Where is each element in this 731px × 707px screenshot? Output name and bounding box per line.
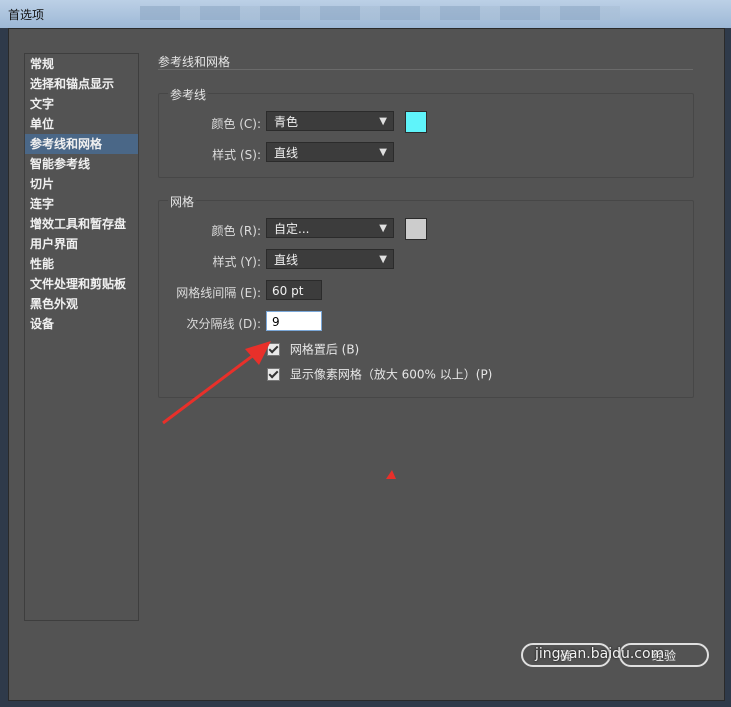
gridline-every-label: 网格线间隔 (E):: [176, 286, 261, 300]
show-pixel-grid-checkbox-row[interactable]: 显示像素网格（放大 600% 以上）(P): [267, 367, 492, 383]
window-titlebar: 首选项: [0, 0, 731, 28]
grids-in-back-label: 网格置后 (B): [289, 342, 360, 357]
sidebar-item-units[interactable]: 单位: [25, 114, 138, 134]
guides-style-label: 样式 (S):: [212, 148, 261, 162]
sidebar-item-type[interactable]: 文字: [25, 94, 138, 114]
show-pixel-grid-label: 显示像素网格（放大 600% 以上）(P): [289, 367, 493, 382]
sidebar: 常规 选择和锚点显示 文字 单位 参考线和网格 智能参考线 切片 连字 增效工具…: [24, 53, 139, 621]
grid-style-select[interactable]: 直线 ▼: [266, 249, 394, 269]
sidebar-item-hyphenation[interactable]: 连字: [25, 194, 138, 214]
guides-color-label: 颜色 (C):: [211, 117, 261, 131]
sidebar-item-file-handling-clipboard[interactable]: 文件处理和剪贴板: [25, 274, 138, 294]
sidebar-item-performance[interactable]: 性能: [25, 254, 138, 274]
subdivisions-input[interactable]: 9: [266, 311, 322, 331]
sidebar-item-guides-grid[interactable]: 参考线和网格: [25, 134, 138, 154]
guides-group: [158, 93, 694, 178]
annotation-arrow-icon: [162, 341, 271, 425]
grid-color-label: 颜色 (R):: [211, 224, 261, 238]
sidebar-item-slices[interactable]: 切片: [25, 174, 138, 194]
preferences-dialog: 常规 选择和锚点显示 文字 单位 参考线和网格 智能参考线 切片 连字 增效工具…: [8, 28, 725, 701]
chevron-down-icon: ▼: [379, 147, 387, 158]
grids-in-back-checkbox-row[interactable]: 网格置后 (B): [267, 342, 359, 358]
grid-group-title: 网格: [168, 193, 197, 210]
guides-style-value: 直线: [274, 146, 299, 160]
chevron-down-icon: ▼: [379, 116, 387, 127]
cursor-marker-icon: [386, 470, 396, 479]
sidebar-item-selection-anchor-display[interactable]: 选择和锚点显示: [25, 74, 138, 94]
sidebar-item-smart-guides[interactable]: 智能参考线: [25, 154, 138, 174]
grid-color-value: 自定...: [274, 222, 310, 236]
grid-style-label: 样式 (Y):: [212, 255, 261, 269]
section-title: 参考线和网格: [158, 55, 231, 69]
watermark-text: jingyan.baidu.com: [535, 646, 665, 662]
grid-color-swatch[interactable]: [405, 218, 427, 240]
guides-color-value: 青色: [274, 115, 299, 129]
sidebar-item-general[interactable]: 常规: [25, 54, 138, 74]
window-title: 首选项: [8, 8, 45, 22]
sidebar-item-devices[interactable]: 设备: [25, 314, 138, 334]
grid-style-value: 直线: [274, 253, 299, 267]
guides-group-title: 参考线: [168, 86, 209, 103]
guides-style-select[interactable]: 直线 ▼: [266, 142, 394, 162]
guides-color-swatch[interactable]: [405, 111, 427, 133]
titlebar-background-blur: [140, 6, 620, 20]
guides-color-select[interactable]: 青色 ▼: [266, 111, 394, 131]
sidebar-item-plugins-scratch-disks[interactable]: 增效工具和暂存盘: [25, 214, 138, 234]
gridline-every-input[interactable]: 60 pt: [266, 280, 322, 300]
grid-color-select[interactable]: 自定... ▼: [266, 218, 394, 238]
chevron-down-icon: ▼: [379, 254, 387, 265]
sidebar-item-appearance-of-black[interactable]: 黑色外观: [25, 294, 138, 314]
sidebar-item-user-interface[interactable]: 用户界面: [25, 234, 138, 254]
chevron-down-icon: ▼: [379, 223, 387, 234]
section-divider: [158, 69, 693, 70]
